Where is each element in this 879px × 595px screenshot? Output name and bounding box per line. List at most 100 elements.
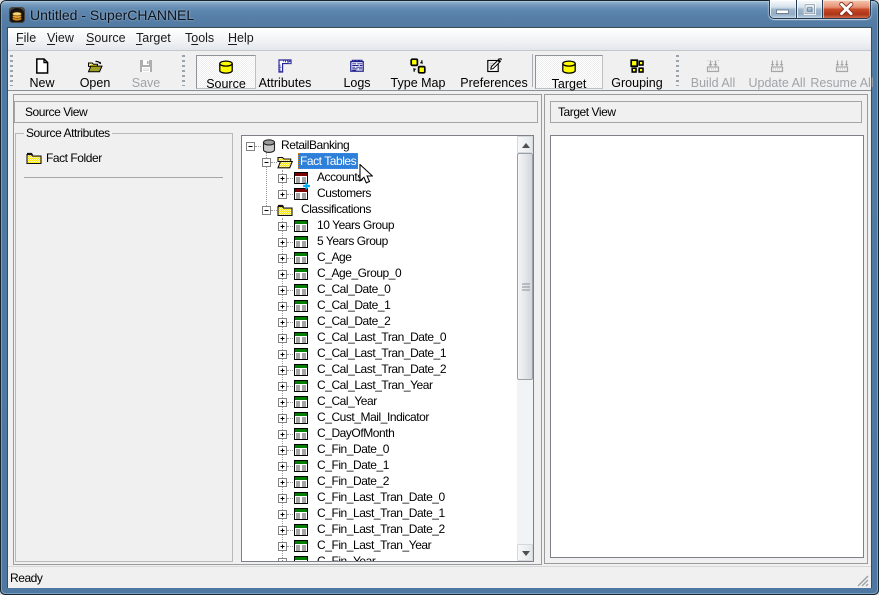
toolbar-button-new[interactable]: New [20,55,64,89]
tree-expander-plus[interactable] [278,318,287,327]
menu-file[interactable]: File [16,28,36,49]
menu-help[interactable]: Help [228,28,254,49]
tree-expander-plus[interactable] [278,302,287,311]
tree-scrollbar[interactable] [517,136,533,561]
tree-expander-plus[interactable] [278,238,287,247]
toolbar-button-save: Save [124,55,168,89]
tree-item-label[interactable]: C_Cal_Last_Tran_Date_2 [317,361,446,377]
toolbar-button-preferences[interactable]: Preferences [456,55,532,89]
tree-item-label[interactable]: C_Cal_Year [317,393,377,409]
tree-expander-plus[interactable] [278,558,287,562]
title-bar[interactable]: Untitled - SuperCHANNEL [0,0,879,28]
tree-item-label[interactable]: RetailBanking [281,137,349,153]
scroll-thumb[interactable] [517,153,533,380]
app-icon [9,7,25,23]
logs-ledger-icon [349,58,365,74]
source-tree[interactable]: RetailBankingFact TablesAccountsCustomer… [241,135,534,562]
tree-item-label[interactable]: 5 Years Group [317,233,388,249]
tree-item-label[interactable]: C_Fin_Date_1 [317,457,389,473]
toolbar-button-label: Source [197,77,255,91]
tree-expander-plus[interactable] [278,254,287,263]
scroll-up-button[interactable] [517,136,533,153]
tree-item-label[interactable]: C_Fin_Date_0 [317,441,389,457]
menu-view[interactable]: View [47,28,74,49]
tree-expander-minus[interactable] [246,142,255,151]
tree-expander-minus[interactable] [262,206,271,215]
tree-item-label[interactable]: C_Fin_Last_Tran_Year [317,537,431,553]
maximize-button[interactable] [796,0,822,18]
tree-expander-plus[interactable] [278,414,287,423]
tree-expander-plus[interactable] [278,510,287,519]
toolbar-button-target[interactable]: Target [535,55,603,89]
tree-item-label[interactable]: C_Age [317,249,351,265]
tree-expander-plus[interactable] [278,478,287,487]
menu-tools[interactable]: Tools [185,28,214,49]
tree-item-label[interactable]: C_Cal_Date_2 [317,313,390,329]
tree-expander-plus[interactable] [278,334,287,343]
tree-item-label[interactable]: Accounts [317,169,363,185]
tree-item-label[interactable]: C_Cal_Date_0 [317,281,390,297]
main-area: Source ViewSource AttributesFact FolderT… [8,91,871,572]
toolbar-button-label: Attributes [252,76,318,90]
toolbar-button-label: Type Map [386,76,450,90]
close-button[interactable] [822,0,870,18]
tree-item-label[interactable]: C_Fin_Last_Tran_Date_0 [317,489,445,505]
close-button-icon [823,0,870,18]
grouping-squares-icon [629,58,645,74]
tree-expander-plus[interactable] [278,526,287,535]
tree-expander-plus[interactable] [278,222,287,231]
tree-expander-plus[interactable] [278,542,287,551]
tree-item-label[interactable]: C_Cal_Last_Tran_Date_0 [317,329,446,345]
fact-folder-item[interactable]: Fact Folder [26,150,146,166]
tree-expander-plus[interactable] [278,398,287,407]
tree-item-label[interactable]: C_Fin_Last_Tran_Date_2 [317,521,445,537]
tree-item-label[interactable]: C_Cust_Mail_Indicator [317,409,429,425]
toolbar-grip [676,55,679,86]
target-view-title: Target View [558,105,616,119]
table-green-icon [293,550,309,562]
toolbar-button-attributes[interactable]: Attributes [252,55,318,89]
tree-expander-plus[interactable] [278,350,287,359]
folder-closed-icon [26,150,42,166]
tree-expander-plus[interactable] [278,270,287,279]
tree-item-label[interactable]: 10 Years Group [317,217,394,233]
toolbar-button-label: Save [124,76,168,90]
status-bar: Ready [8,566,871,588]
tree-expander-plus[interactable] [278,494,287,503]
tree-item-label[interactable]: C_Fin_Date_2 [317,473,389,489]
tree-expander-plus[interactable] [278,286,287,295]
menu-source[interactable]: Source [86,28,126,49]
tree-item-label[interactable]: C_Cal_Last_Tran_Year [317,377,433,393]
mouse-cursor-icon [359,164,373,184]
tree-expander-plus[interactable] [278,430,287,439]
tree-item-label[interactable]: C_Fin_Year [317,553,375,562]
tree-expander-plus[interactable] [278,190,287,199]
tree-item-label[interactable]: C_Fin_Last_Tran_Date_1 [317,505,445,521]
tree-expander-minus[interactable] [262,158,271,167]
target-tree-area[interactable] [550,135,864,558]
tree-item-label[interactable]: C_Cal_Date_1 [317,297,390,313]
toolbar-button-label: Grouping [605,76,669,90]
tree-expander-plus[interactable] [278,366,287,375]
tree-expander-plus[interactable] [278,462,287,471]
separator-line [24,177,223,178]
toolbar-grip [182,55,185,86]
toolbar-button-open[interactable]: Open [72,55,118,89]
scroll-down-button[interactable] [517,544,533,561]
toolbar-button-source[interactable]: Source [196,55,256,89]
tree-expander-plus[interactable] [278,446,287,455]
toolbar-button-logs[interactable]: Logs [335,55,379,89]
toolbar-button-resume-all: Resume All [807,55,877,89]
toolbar-button-type-map[interactable]: Type Map [386,55,450,89]
tree-expander-plus[interactable] [278,382,287,391]
tree-expander-plus[interactable] [278,174,287,183]
menu-target[interactable]: Target [136,28,171,49]
tree-item-label[interactable]: Customers [317,185,371,201]
toolbar-button-grouping[interactable]: Grouping [605,55,669,89]
tree-item-label[interactable]: C_Age_Group_0 [317,265,401,281]
tree-item-label[interactable]: C_DayOfMonth [317,425,394,441]
resize-grip-icon[interactable] [856,574,869,587]
database-gray-icon [261,138,277,154]
minimize-button[interactable] [770,0,796,18]
tree-item-label[interactable]: C_Cal_Last_Tran_Date_1 [317,345,446,361]
